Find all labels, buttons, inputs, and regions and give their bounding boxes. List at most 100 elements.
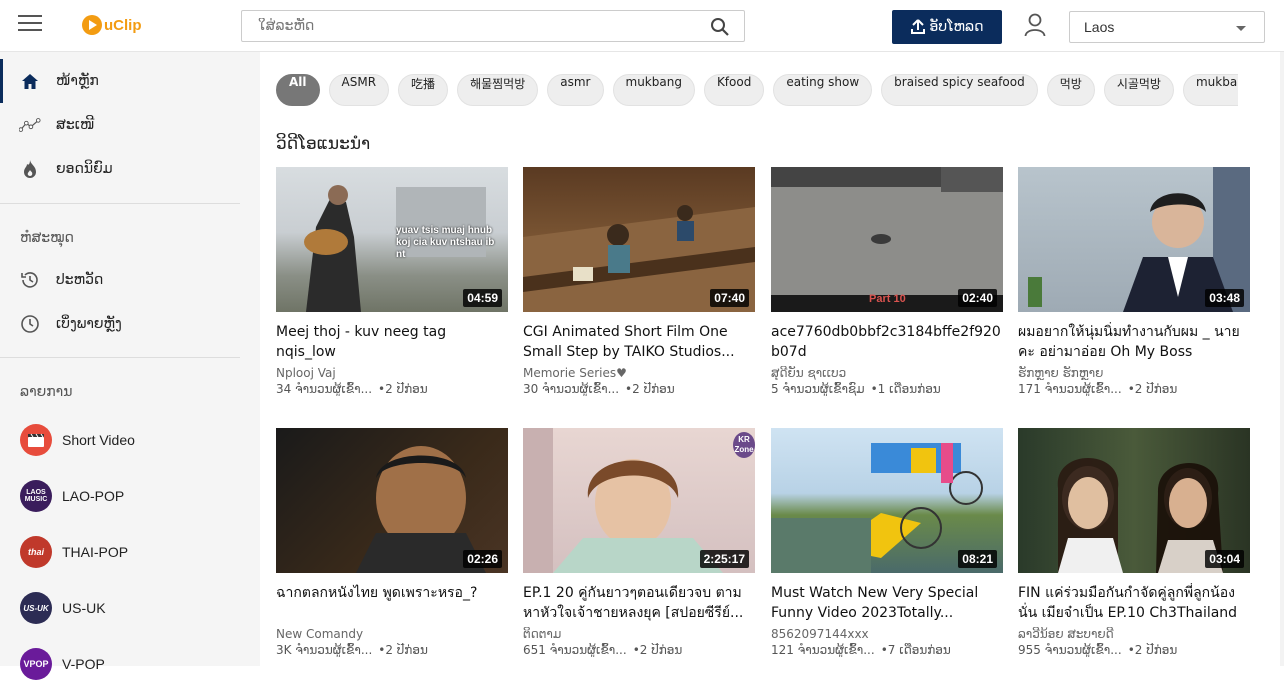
sidebar-item-label: ປະຫວັດ xyxy=(56,272,104,288)
upload-label: ອັບໂຫລດ xyxy=(929,19,984,35)
view-count: 34 ຈຳນວນຜູ້ເຂົ້າ... xyxy=(276,382,373,396)
view-count: 3K ຈຳນວນຜູ້ເຂົ້າ... xyxy=(276,643,373,657)
video-title[interactable]: Must Watch New Very Special Funny Video … xyxy=(771,583,1003,623)
sidebar-item-recommend[interactable]: ສະເໜີ xyxy=(0,103,240,147)
sidebar: ໜ້າຫຼັກ ສະເໜີ ຍອດນິຍົມ ຫໍສະໝຸດ ປະຫວັດ ເບ… xyxy=(0,52,260,680)
thumbnail-caption: yuav tsis muaj hnub koj cia kuv ntshau i… xyxy=(396,225,495,260)
video-thumbnail[interactable]: 03:04 xyxy=(1018,428,1250,573)
video-meta: 171 ຈຳນວນຜູ້ເຂົ້າ... •2 ປີກ່ອນ xyxy=(1018,382,1250,396)
upload-date: •2 ປີກ່ອນ xyxy=(1127,382,1178,396)
video-thumbnail[interactable]: 08:21 xyxy=(771,428,1003,573)
library-title: ຫໍສະໝຸດ xyxy=(20,230,74,246)
channel-name[interactable]: ລາວີນ້ອຍ ສະບາຍດີ xyxy=(1018,627,1250,641)
upload-date: •7 ເດືອນກ່ອນ xyxy=(880,643,951,657)
video-title[interactable]: CGI Animated Short Film One Small Step b… xyxy=(523,322,755,362)
video-card[interactable]: 03:04 FIN แค่ร่วมมือกันกำจัดคู่ลูกพี่ลูก… xyxy=(1018,428,1250,657)
video-title[interactable]: Meej thoj - kuv neeg tag nqis_low xyxy=(276,322,508,362)
channel-avatar: LAOS MUSIC xyxy=(20,480,52,512)
video-meta: 30 ຈຳນວນຜູ້ເຂົ້າ... •2 ປີກ່ອນ xyxy=(523,382,755,396)
view-count: 955 ຈຳນວນຜູ້ເຂົ້າ... xyxy=(1018,643,1122,657)
video-thumbnail[interactable]: KR Zone 2:25:17 xyxy=(523,428,755,573)
channel-item-v-pop[interactable]: VPOP V-POP xyxy=(0,642,240,686)
view-count: 121 ຈຳນວນຜູ້ເຂົ້າ... xyxy=(771,643,875,657)
sidebar-item-popular[interactable]: ຍອດນິຍົມ xyxy=(0,147,240,191)
chip-all[interactable]: All xyxy=(276,74,320,106)
video-card[interactable]: 02:26 ฉากตลกหนังไทย พูดเพราะหรอ_? New Co… xyxy=(276,428,508,657)
country-value: Laos xyxy=(1084,19,1115,35)
chip[interactable]: 해물찜먹방 xyxy=(457,74,539,106)
chip[interactable]: Kfood xyxy=(703,74,765,106)
chip[interactable]: ASMR xyxy=(328,74,390,106)
video-meta: 955 ຈຳນວນຜູ້ເຂົ້າ... •2 ປີກ່ອນ xyxy=(1018,643,1250,657)
chip[interactable]: eating show xyxy=(773,74,873,106)
channel-name[interactable]: ຮັກຫຼາຍ ຮັກຫຼາຍ xyxy=(1018,366,1250,380)
chip[interactable]: 吃播 xyxy=(398,74,449,106)
video-thumbnail[interactable]: yuav tsis muaj hnub koj cia kuv ntshau i… xyxy=(276,167,508,312)
chip[interactable]: 먹방 xyxy=(1046,74,1095,106)
view-count: 651 ຈຳນວນຜູ້ເຂົ້າ... xyxy=(523,643,627,657)
channel-name[interactable]: Memorie Series♥ xyxy=(523,366,755,380)
channel-item-lao-pop[interactable]: LAOS MUSIC LAO-POP xyxy=(0,474,240,518)
view-count: 171 ຈຳນວນຜູ້ເຂົ້າ... xyxy=(1018,382,1122,396)
video-thumbnail[interactable]: 03:48 xyxy=(1018,167,1250,312)
logo[interactable]: uClip xyxy=(82,14,142,36)
video-title[interactable]: ฉากตลกหนังไทย พูดเพราะหรอ_? xyxy=(276,583,508,623)
country-select[interactable]: Laos xyxy=(1069,11,1265,43)
menu-icon[interactable] xyxy=(18,15,42,35)
channel-avatar xyxy=(20,424,52,456)
video-card[interactable]: 03:48 ผมอยากให้นุ่มนิ่มทำงานกับผม _ นายค… xyxy=(1018,167,1250,396)
channel-name[interactable]: New Comandy xyxy=(276,627,508,641)
user-account-icon[interactable] xyxy=(1024,13,1046,37)
logo-play-icon xyxy=(82,15,102,35)
thumbnail-caption: Part 10 xyxy=(869,293,906,305)
channel-avatar: US-UK xyxy=(20,592,52,624)
divider xyxy=(0,203,240,204)
channel-label: Short Video xyxy=(62,432,135,448)
scrollbar[interactable] xyxy=(1280,52,1284,666)
sidebar-item-home[interactable]: ໜ້າຫຼັກ xyxy=(0,59,240,103)
channel-item-us-uk[interactable]: US-UK US-UK xyxy=(0,586,240,630)
chip[interactable]: 시골먹방 xyxy=(1103,74,1174,106)
home-icon xyxy=(19,70,41,92)
channel-avatar: thai xyxy=(20,536,52,568)
video-title[interactable]: EP.1 20 คู่กันยาวๆตอนเดียวจบ ตามหาหัวใจเ… xyxy=(523,583,755,623)
duration-badge: 2:25:17 xyxy=(699,550,749,568)
channel-name[interactable]: ຕິດຕາມ xyxy=(523,627,755,641)
chip[interactable]: mukbang xyxy=(612,74,695,106)
video-meta: 3K ຈຳນວນຜູ້ເຂົ້າ... •2 ປີກ່ອນ xyxy=(276,643,508,657)
channel-name[interactable]: 8562097144xxx xyxy=(771,627,1003,641)
duration-badge: 07:40 xyxy=(710,289,749,307)
chip[interactable]: mukbang korea xyxy=(1182,74,1238,106)
channel-item-thai-pop[interactable]: thai THAI-POP xyxy=(0,530,240,574)
video-thumbnail[interactable]: 02:26 xyxy=(276,428,508,573)
video-card[interactable]: 08:21 Must Watch New Very Special Funny … xyxy=(771,428,1003,657)
video-title[interactable]: ace7760db0bbf2c3184bffe2f920 b07d xyxy=(771,322,1003,362)
sidebar-item-history[interactable]: ປະຫວັດ xyxy=(0,258,240,302)
sidebar-item-label: ຍອດນິຍົມ xyxy=(56,161,113,177)
sidebar-item-label: ໜ້າຫຼັກ xyxy=(56,73,99,89)
search-input[interactable] xyxy=(242,11,682,41)
sidebar-item-watch-later[interactable]: ເບິ່ງພາຍຫຼັງ xyxy=(0,302,240,346)
search-box xyxy=(241,10,745,42)
video-card[interactable]: Part 10 02:40 ace7760db0bbf2c3184bffe2f9… xyxy=(771,167,1003,396)
channel-name[interactable]: ສຸດີຍັນ ຊາເເບວ xyxy=(771,366,1003,380)
video-card[interactable]: KR Zone 2:25:17 EP.1 20 คู่กันยาวๆตอนเดี… xyxy=(523,428,755,657)
video-card[interactable]: yuav tsis muaj hnub koj cia kuv ntshau i… xyxy=(276,167,508,396)
filter-chips: All ASMR 吃播 해물찜먹방 asmr mukbang Kfood eating sho… xyxy=(276,74,1238,108)
video-thumbnail[interactable]: 07:40 xyxy=(523,167,755,312)
duration-badge: 03:48 xyxy=(1205,289,1244,307)
video-thumbnail[interactable]: Part 10 02:40 xyxy=(771,167,1003,312)
video-title[interactable]: FIN แค่ร่วมมือกันกำจัดคู่ลูกพี่ลูกน้อง น… xyxy=(1018,583,1250,623)
video-title[interactable]: ผมอยากให้นุ่มนิ่มทำงานกับผม _ นายคะ อย่า… xyxy=(1018,322,1250,362)
channel-item-short-video[interactable]: Short Video xyxy=(0,418,240,462)
video-card[interactable]: 07:40 CGI Animated Short Film One Small … xyxy=(523,167,755,396)
top-bar: uClip ອັບໂຫລດ Laos xyxy=(0,0,1284,52)
upload-icon xyxy=(910,19,925,34)
channel-name[interactable]: Nplooj Vaj xyxy=(276,366,508,380)
sidebar-item-label: ສະເໜີ xyxy=(56,117,95,133)
upload-button[interactable]: ອັບໂຫລດ xyxy=(892,10,1002,44)
search-icon[interactable] xyxy=(710,17,730,37)
chip[interactable]: asmr xyxy=(547,74,604,106)
video-meta: 34 ຈຳນວນຜູ້ເຂົ້າ... •2 ປີກ່ອນ xyxy=(276,382,508,396)
chip[interactable]: braised spicy seafood xyxy=(881,74,1038,106)
